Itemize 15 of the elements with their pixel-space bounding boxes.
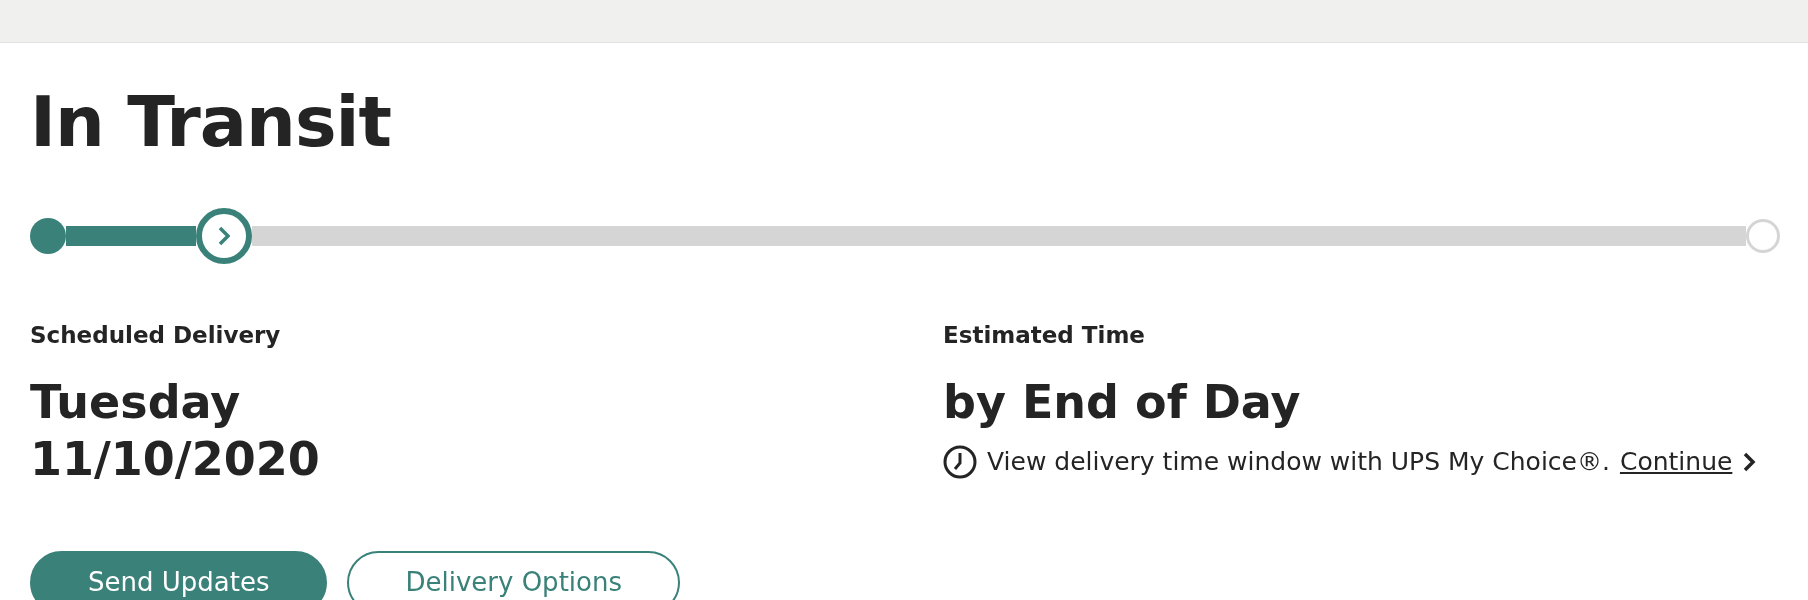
- field-label: Estimated Time: [943, 322, 1146, 350]
- continue-link[interactable]: Continue: [1619, 443, 1733, 481]
- delivery-day: Tuesday: [30, 373, 943, 432]
- chevron-icon: [217, 226, 230, 246]
- start-dot: [30, 218, 66, 254]
- delivery-date: 11/10/2020: [30, 431, 321, 489]
- end-dot: [1746, 219, 1780, 253]
- delivery-options-button[interactable]: Delivery Options: [347, 550, 680, 600]
- field-label: Scheduled Delivery: [30, 322, 282, 350]
- send-updates-button[interactable]: Send Updates: [30, 550, 328, 600]
- estimated-time: by End of Day: [943, 373, 1302, 431]
- clock-icon: [943, 444, 977, 479]
- chevron-icon: [1742, 450, 1757, 473]
- note-text: View delivery time window with UPS My Choice®.: [987, 446, 1610, 479]
- status-title: In Transit: [30, 80, 393, 164]
